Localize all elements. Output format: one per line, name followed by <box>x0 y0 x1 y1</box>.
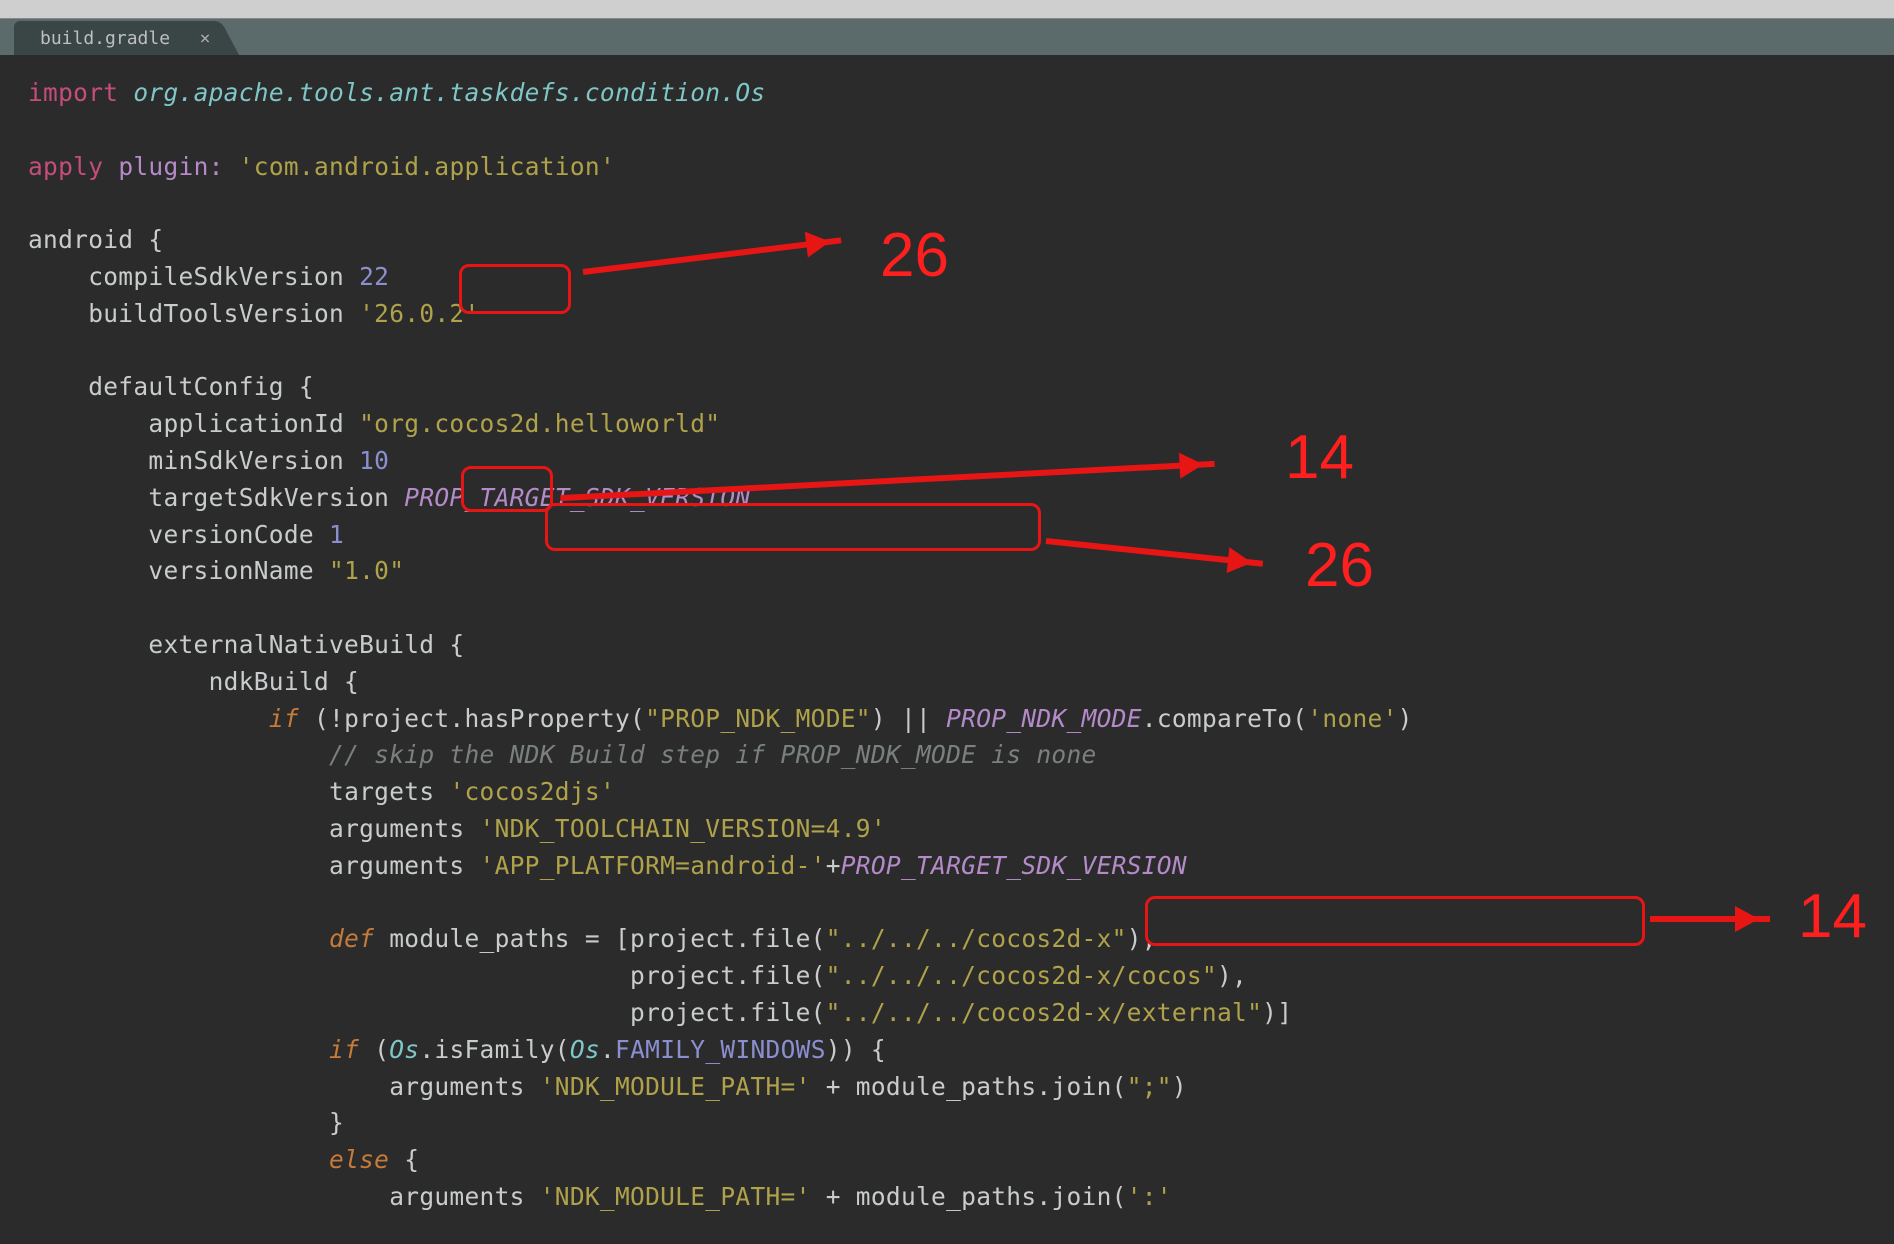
kw-if-2: if <box>329 1035 359 1064</box>
compileSdk-value: 22 <box>359 262 389 291</box>
defaultConfig-open: defaultConfig { <box>88 372 314 401</box>
tab-title: build.gradle <box>40 28 170 49</box>
android-block-open: android { <box>28 225 163 254</box>
externalNativeBuild-open: externalNativeBuild { <box>148 630 464 659</box>
tab-build-gradle[interactable]: build.gradle × <box>14 21 212 55</box>
arg-app-const: PROP_TARGET_SDK_VERSION <box>841 851 1187 880</box>
targetSdk-key: targetSdkVersion <box>148 483 389 512</box>
minSdk-key: minSdkVersion <box>148 446 344 475</box>
arguments-key-2: arguments <box>329 851 464 880</box>
plugin-value: 'com.android.application' <box>239 152 615 181</box>
arg-ndk-module-path-2: 'NDK_MODULE_PATH=' <box>540 1182 811 1211</box>
window-titlebar <box>0 0 1894 19</box>
tab-bar: build.gradle × <box>0 19 1894 55</box>
module-paths-name: module_paths <box>389 924 570 953</box>
kw-def: def <box>329 924 374 953</box>
plugin-key: plugin: <box>118 152 223 181</box>
arguments-key-4: arguments <box>389 1182 524 1211</box>
buildTools-value: '26.0.2' <box>359 299 479 328</box>
arguments-key-1: arguments <box>329 814 464 843</box>
kw-if: if <box>269 704 299 733</box>
versionName-key: versionName <box>148 556 314 585</box>
applicationId-value: "org.cocos2d.helloworld" <box>359 409 720 438</box>
applicationId-key: applicationId <box>148 409 344 438</box>
compileSdk-key: compileSdkVersion <box>88 262 344 291</box>
comment-skip: // skip the NDK Build step if PROP_NDK_M… <box>329 740 1097 769</box>
ndkBuild-open: ndkBuild { <box>209 667 360 696</box>
kw-apply: apply <box>28 152 103 181</box>
arg-ndk-module-path-1: 'NDK_MODULE_PATH=' <box>540 1072 811 1101</box>
kw-import: import <box>28 78 118 107</box>
arg-app-platform: 'APP_PLATFORM=android-' <box>480 851 826 880</box>
ide-window: build.gradle × import org.apache.tools.a… <box>0 0 1894 1244</box>
versionCode-value: 1 <box>329 520 344 549</box>
targetSdk-value: PROP_TARGET_SDK_VERSION <box>404 483 750 512</box>
arguments-key-3: arguments <box>389 1072 524 1101</box>
close-icon[interactable]: × <box>196 30 214 48</box>
targets-key: targets <box>329 777 434 806</box>
code-editor[interactable]: import org.apache.tools.ant.taskdefs.con… <box>0 55 1894 1244</box>
minSdk-value: 10 <box>359 446 389 475</box>
versionName-value: "1.0" <box>329 556 404 585</box>
close-brace-1: } <box>329 1108 344 1137</box>
kw-else: else <box>329 1145 389 1174</box>
buildTools-key: buildToolsVersion <box>88 299 344 328</box>
targets-value: 'cocos2djs' <box>449 777 615 806</box>
versionCode-key: versionCode <box>148 520 314 549</box>
arg-toolchain: 'NDK_TOOLCHAIN_VERSION=4.9' <box>480 814 886 843</box>
import-package: org.apache.tools.ant.taskdefs.condition.… <box>133 78 765 107</box>
